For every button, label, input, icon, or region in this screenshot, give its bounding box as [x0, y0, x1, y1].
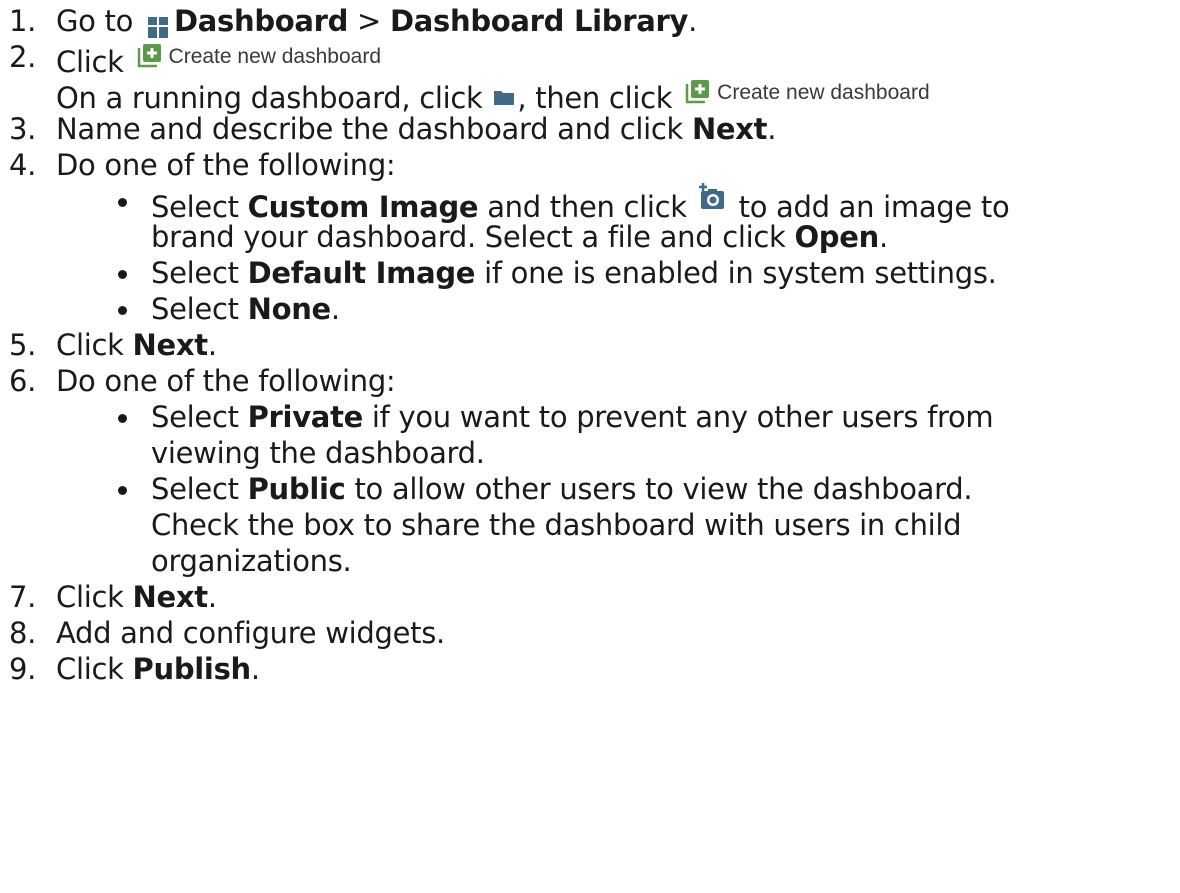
plus-square-icon [685, 80, 710, 104]
menu-dashboard: Dashboard [173, 4, 349, 38]
step-number: 4. [9, 148, 37, 182]
bullet-public: Select Public to allow other users to vi… [0, 471, 1180, 507]
step-number: 9. [9, 652, 37, 686]
bullet-dot [118, 198, 127, 207]
bullet-default-image: Select Default Image if one is enabled i… [0, 255, 1180, 291]
step-6: 6. Do one of the following: [9, 364, 396, 398]
bullet-dot [118, 414, 127, 423]
step-5: 5. Click Next. [9, 328, 217, 362]
step-number: 5. [9, 328, 37, 362]
step-number: 6. [9, 364, 37, 398]
step-text: Click [56, 45, 133, 79]
bullet-public-cont-2: organizations. [151, 544, 352, 578]
step-1: 1. Go to Dashboard > Dashboard Library. [9, 4, 698, 38]
step-2: 2. Click Create new dashboard [0, 39, 1180, 79]
bullet-private-cont: viewing the dashboard. [151, 436, 485, 470]
plus-square-icon [137, 44, 161, 68]
bullet-public-cont: Check the box to share the dashboard wit… [151, 508, 962, 542]
step-9: 9. Click Publish. [9, 652, 260, 686]
bullet-custom-image: Select Custom Image and then click to ad… [0, 183, 1180, 224]
step-text: Go to [56, 4, 142, 38]
bullet-dot [118, 270, 127, 279]
step-4: 4. Do one of the following: [9, 148, 396, 182]
folder-icon [494, 91, 515, 105]
create-new-dashboard-label: Create new dashboard [717, 81, 930, 104]
step-2-note: On a running dashboard, click , then cli… [0, 75, 1180, 115]
bullet-dot [118, 486, 127, 495]
step-3: 3. Name and describe the dashboard and c… [9, 112, 777, 146]
step-8: 8. Add and configure widgets. [9, 616, 445, 650]
menu-dashboard-library: Dashboard Library [389, 4, 689, 38]
step-7: 7. Click Next. [9, 580, 217, 614]
bullet-dot [118, 306, 127, 315]
dashboard-grid-icon [147, 17, 168, 38]
step-number: 7. [9, 580, 37, 614]
step-number: 3. [9, 112, 37, 146]
add-camera-icon [698, 183, 724, 209]
bullet-none: Select None. [0, 291, 1180, 327]
step-number: 8. [9, 616, 37, 650]
step-number: 2. [9, 40, 37, 74]
bullet-private: Select Private if you want to prevent an… [0, 399, 1180, 435]
instructions-document: 1. Go to Dashboard > Dashboard Library. … [0, 0, 1180, 893]
step-number: 1. [9, 4, 37, 38]
create-new-dashboard-label: Create new dashboard [168, 45, 382, 68]
bullet-custom-image-cont: brand your dashboard. Select a file and … [151, 220, 888, 254]
